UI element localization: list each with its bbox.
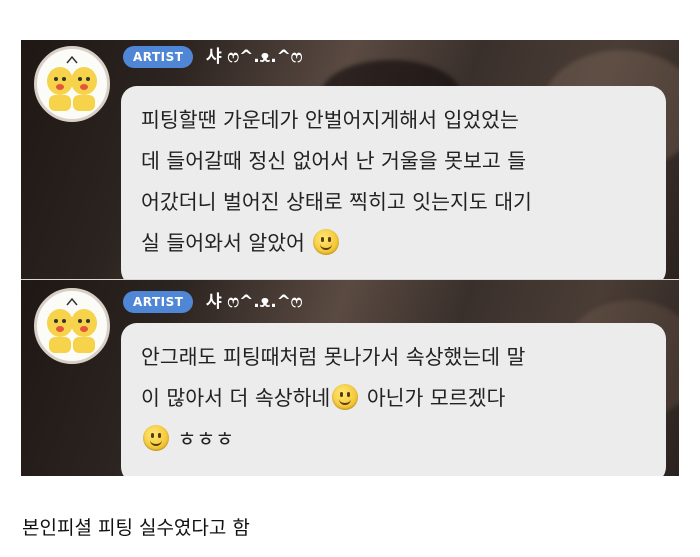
message-text: 이 많아서 더 속상하네 <box>141 386 331 410</box>
chat-screenshot-1: ARTIST 샤 ෆ^.ᴥ.^ෆ 피팅할땐 가운데가 안벌어지게해서 입었었는 … <box>21 40 679 280</box>
artist-badge: ARTIST <box>123 46 194 68</box>
post-caption: 본인피셜 피팅 실수였다고 함 <box>22 517 250 539</box>
message-line: 피팅할땐 가운데가 안벌어지게해서 입었었는 <box>141 108 519 132</box>
smiley-emoji-icon <box>313 229 340 255</box>
message-text: ㅎㅎㅎ <box>177 427 235 451</box>
message-line: 데 들어갈때 정신 없어서 난 거울을 못보고 들 <box>141 149 527 173</box>
message-line-last: 실 들어와서 알았어 <box>141 223 648 264</box>
message-line: ㅎㅎㅎ <box>141 419 648 460</box>
message-line: 어갔더니 벌어진 상태로 찍히고 잇는지도 대기 <box>141 190 532 214</box>
chat-screenshot-2: ARTIST 샤 ෆ^.ᴥ.^ෆ 안그래도 피팅때처럼 못나가서 속상했는데 말… <box>21 280 679 476</box>
message-line: 안그래도 피팅때처럼 못나가서 속상했는데 말 <box>141 345 526 369</box>
artist-badge: ARTIST <box>123 291 194 313</box>
artist-nickname: 샤 ෆ^.ᴥ.^ෆ <box>206 292 303 312</box>
smiley-emoji-icon <box>143 425 169 451</box>
message-bubble: 안그래도 피팅때처럼 못나가서 속상했는데 말 이 많아서 더 속상하네 아닌가… <box>121 323 666 476</box>
message-text: 실 들어와서 알았어 <box>141 231 305 255</box>
message-line: 이 많아서 더 속상하네 아닌가 모르겠다 <box>141 378 648 419</box>
artist-avatar[interactable] <box>34 288 110 364</box>
smiley-emoji-icon <box>332 384 359 410</box>
artist-nickname: 샤 ෆ^.ᴥ.^ෆ <box>206 47 303 67</box>
message-bubble: 피팅할땐 가운데가 안벌어지게해서 입었었는 데 들어갈때 정신 없어서 난 거… <box>121 86 666 280</box>
message-text: 아닌가 모르겠다 <box>360 386 506 410</box>
artist-avatar[interactable] <box>34 46 110 122</box>
